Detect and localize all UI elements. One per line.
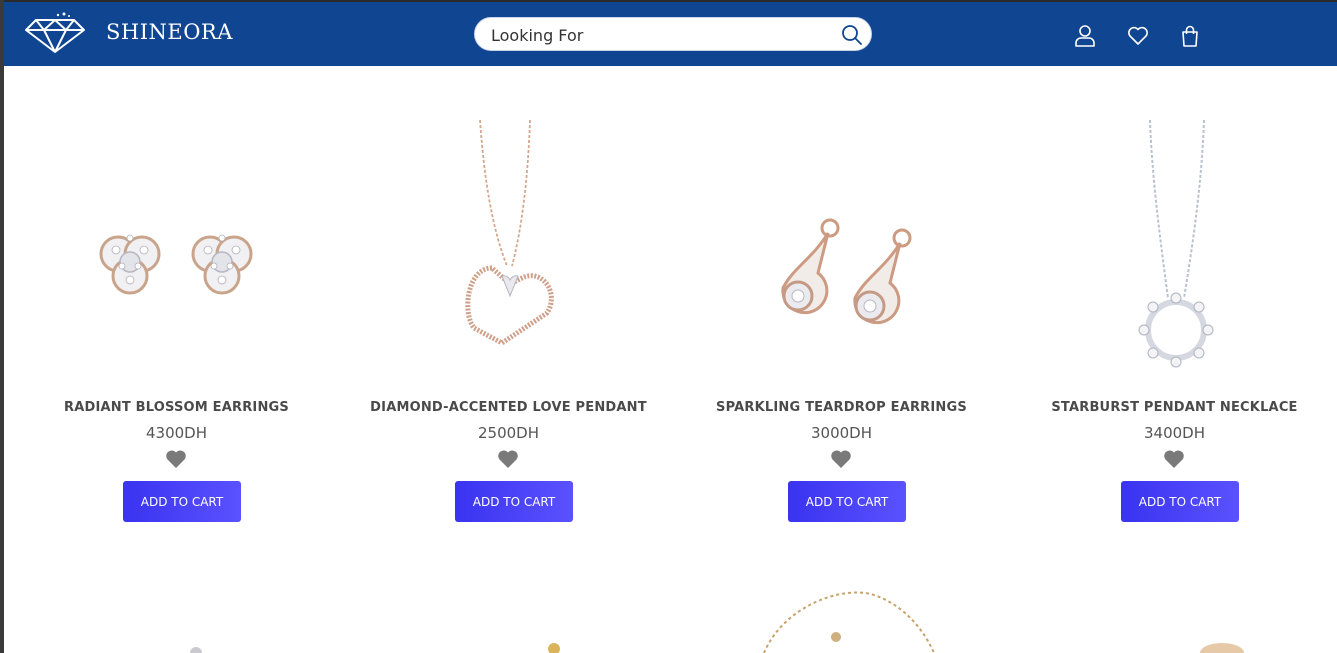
add-to-cart-button[interactable]: ADD TO CART: [123, 481, 241, 522]
product-image-teardrop-earrings[interactable]: [675, 118, 1008, 373]
product-card: STARBURST PENDANT NECKLACE 3400DH ADD TO…: [1008, 118, 1337, 538]
search-bar: [474, 17, 872, 51]
brand-name[interactable]: SHINEORA: [106, 20, 233, 44]
product-image-partial[interactable]: [744, 585, 944, 653]
add-to-cart-button[interactable]: ADD TO CART: [455, 481, 573, 522]
product-name[interactable]: DIAMOND-ACCENTED LOVE PENDANT: [342, 400, 675, 415]
product-price: 2500DH: [477, 424, 539, 442]
wishlist-heart-icon[interactable]: [165, 449, 187, 469]
wishlist-heart-icon[interactable]: [830, 449, 852, 469]
add-to-cart-button[interactable]: ADD TO CART: [1121, 481, 1239, 522]
product-card: SPARKLING TEARDROP EARRINGS 3000DH ADD T…: [675, 118, 1008, 538]
search-input[interactable]: [489, 22, 833, 48]
product-card: RADIANT BLOSSOM EARRINGS 4300DH ADD TO C…: [10, 118, 343, 538]
product-image-partial[interactable]: [1184, 585, 1337, 653]
diamond-logo-icon[interactable]: [24, 12, 86, 54]
product-image-partial[interactable]: [154, 585, 354, 653]
add-to-cart-button[interactable]: ADD TO CART: [788, 481, 906, 522]
product-image-partial[interactable]: [504, 585, 704, 653]
page: SHINEORA Looking For RADIANT BLOSSOM EAR…: [4, 0, 1337, 653]
product-card: DIAMOND-ACCENTED LOVE PENDANT 2500DH ADD…: [342, 118, 675, 538]
product-image-earrings[interactable]: [10, 118, 343, 373]
product-image-starburst-necklace[interactable]: [1008, 118, 1337, 373]
wishlist-heart-icon[interactable]: [1163, 449, 1185, 469]
product-price: 3400DH: [1143, 424, 1205, 442]
product-name[interactable]: STARBURST PENDANT NECKLACE: [1008, 400, 1337, 415]
user-icon[interactable]: [1074, 24, 1096, 48]
product-price: 3000DH: [810, 424, 872, 442]
product-name[interactable]: SPARKLING TEARDROP EARRINGS: [675, 400, 1008, 415]
product-name[interactable]: RADIANT BLOSSOM EARRINGS: [10, 400, 343, 415]
site-header: SHINEORA: [4, 0, 1337, 66]
wishlist-heart-icon[interactable]: [497, 449, 519, 469]
heart-icon[interactable]: [1127, 24, 1149, 48]
shopping-bag-icon[interactable]: [1179, 24, 1201, 48]
product-image-heart-pendant[interactable]: [342, 118, 675, 373]
product-price: 4300DH: [145, 424, 207, 442]
search-icon[interactable]: [841, 24, 863, 46]
